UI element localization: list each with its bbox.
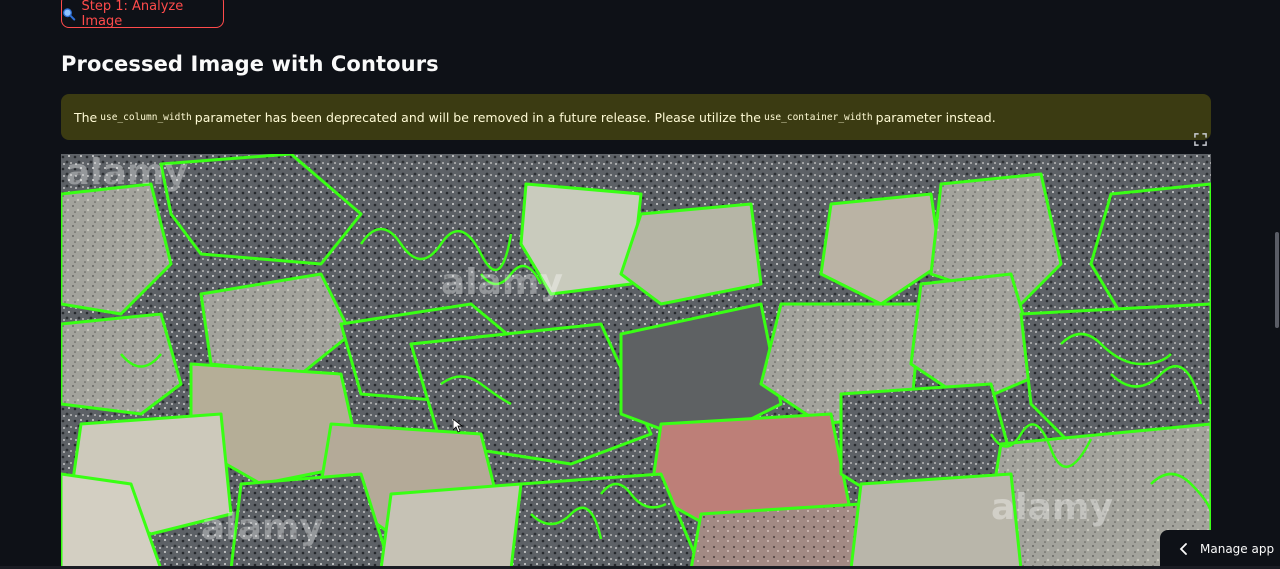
fullscreen-icon[interactable]: [1194, 133, 1207, 146]
analyze-image-button[interactable]: Step 1: Analyze Image: [61, 0, 224, 29]
app-page: Step 1: Analyze Image Processed Image wi…: [0, 0, 1280, 569]
rocks-contour-image: alamy alamy alamy alamy: [61, 154, 1211, 569]
warning-prefix: The: [74, 109, 98, 125]
page-scrollbar[interactable]: [1275, 232, 1279, 328]
processed-image: alamy alamy alamy alamy: [61, 154, 1211, 569]
mouse-cursor-icon: [453, 419, 463, 433]
deprecation-warning: The use_column_width parameter has been …: [61, 94, 1211, 140]
warning-middle: parameter has been deprecated and will b…: [194, 109, 761, 125]
svg-text:alamy: alamy: [441, 262, 563, 303]
svg-text:alamy: alamy: [991, 487, 1113, 528]
svg-text:alamy: alamy: [201, 507, 323, 548]
analyze-image-label: Step 1: Analyze Image: [81, 0, 184, 29]
page-title: Processed Image with Contours: [61, 52, 439, 76]
manage-app-button[interactable]: Manage app: [1160, 530, 1280, 568]
chevron-left-icon: [1179, 543, 1187, 555]
warning-code-column-width: use_column_width: [100, 111, 192, 123]
svg-text:alamy: alamy: [66, 154, 188, 193]
manage-app-label: Manage app: [1200, 542, 1275, 556]
magnifier-icon: [63, 8, 76, 21]
warning-code-container-width: use_container_width: [763, 111, 873, 123]
warning-suffix: parameter instead.: [875, 109, 996, 125]
